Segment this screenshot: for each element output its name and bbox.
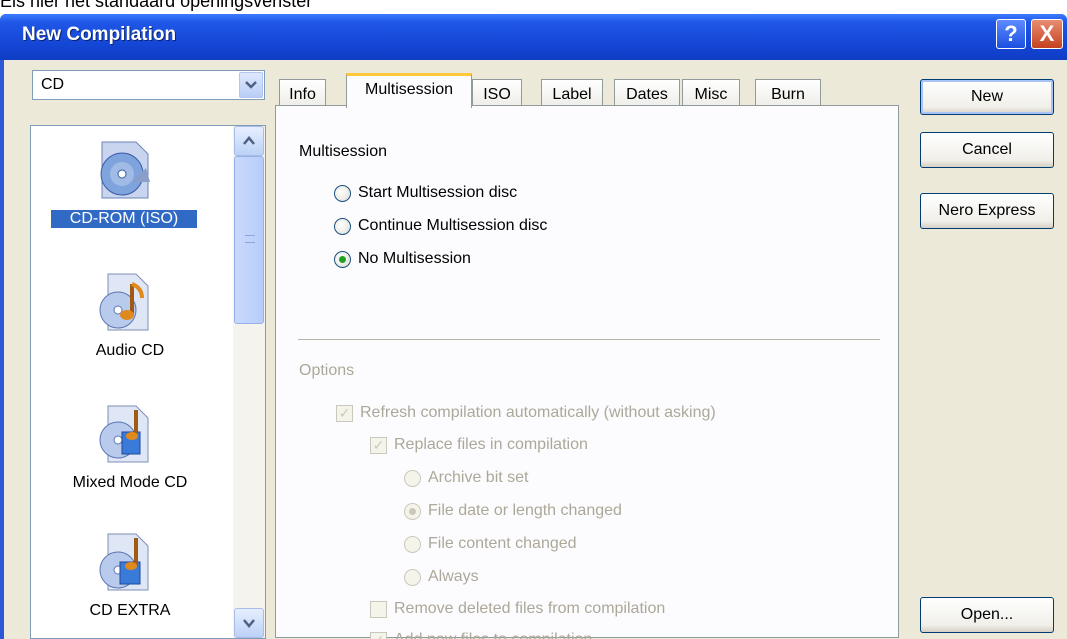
list-item-mixed-mode-cd[interactable]: Mixed Mode CD [31, 402, 229, 522]
multisession-tab-panel: Multisession Start Multisession disc Con… [275, 105, 899, 639]
scroll-up-button[interactable] [234, 126, 264, 156]
media-type-combo[interactable]: CD [32, 70, 265, 100]
start-multisession-label: Start Multisession disc [358, 184, 518, 201]
refresh-compilation-label: Refresh compilation automatically (witho… [360, 404, 716, 421]
combo-dropdown-button[interactable] [239, 72, 263, 98]
file-content-radio[interactable] [404, 536, 421, 553]
list-item-label: CD EXTRA [89, 602, 171, 619]
file-date-label: File date or length changed [428, 502, 622, 519]
scroll-down-button[interactable] [234, 608, 264, 638]
list-item-cd-rom-iso[interactable]: CD-ROM (ISO) [31, 138, 229, 258]
cd-extra-icon [99, 533, 149, 591]
list-item-label: Audio CD [95, 342, 165, 359]
scroll-grip-icon [245, 235, 255, 243]
list-item-label: CD-ROM (ISO) [50, 209, 198, 229]
archive-bit-label: Archive bit set [428, 469, 529, 486]
tab-multisession[interactable]: Multisession [346, 73, 472, 108]
document-caption: Els hier het standaard openingsvenster [0, 0, 313, 11]
archive-bit-radio[interactable] [404, 470, 421, 487]
replace-files-checkbox[interactable]: ✓ [370, 437, 387, 454]
window-title: New Compilation [22, 24, 177, 45]
cancel-button[interactable]: Cancel [920, 132, 1054, 168]
cd-rom-iso-icon [100, 141, 150, 199]
list-scrollbar[interactable] [233, 126, 265, 638]
start-multisession-radio[interactable] [334, 185, 351, 202]
add-new-files-label: Add new files to compilation [394, 631, 592, 639]
nero-express-button[interactable]: Nero Express [920, 193, 1054, 229]
always-radio[interactable] [404, 569, 421, 586]
remove-deleted-checkbox[interactable] [370, 601, 387, 618]
dialog-client-area: CD CD-ROM (ISO) Audio CD Mixed Mode CD C… [4, 60, 1067, 639]
continue-multisession-radio[interactable] [334, 218, 351, 235]
chevron-down-icon [245, 81, 257, 89]
replace-files-label: Replace files in compilation [394, 436, 588, 453]
group-divider [298, 339, 880, 340]
remove-deleted-label: Remove deleted files from compilation [394, 600, 666, 617]
multisession-group-title: Multisession [299, 143, 388, 160]
no-multisession-label: No Multisession [358, 250, 471, 267]
title-bar[interactable]: New Compilation ? X [0, 14, 1067, 60]
list-item-audio-cd[interactable]: Audio CD [31, 270, 229, 390]
help-button[interactable]: ? [996, 19, 1026, 49]
options-group-title: Options [299, 362, 355, 379]
refresh-compilation-checkbox[interactable]: ✓ [336, 405, 353, 422]
file-date-radio[interactable] [404, 503, 421, 520]
new-compilation-dialog: New Compilation ? X CD CD-ROM (ISO) Audi… [0, 14, 1067, 639]
close-button[interactable]: X [1031, 19, 1063, 49]
chevron-down-icon [243, 619, 255, 628]
open-button[interactable]: Open... [920, 597, 1054, 633]
file-content-label: File content changed [428, 535, 577, 552]
add-new-files-checkbox[interactable]: ✓ [370, 632, 387, 639]
always-label: Always [428, 568, 479, 585]
chevron-up-icon [243, 136, 255, 145]
list-item-cd-extra[interactable]: CD EXTRA [31, 530, 229, 638]
scroll-thumb[interactable] [234, 156, 264, 324]
audio-cd-icon [99, 273, 149, 331]
compilation-type-list[interactable]: CD-ROM (ISO) Audio CD Mixed Mode CD CD E… [30, 125, 266, 639]
new-button[interactable]: New [920, 79, 1054, 115]
continue-multisession-label: Continue Multisession disc [358, 217, 548, 234]
list-item-label: Mixed Mode CD [72, 474, 188, 491]
media-type-value: CD [41, 76, 65, 93]
mixed-mode-cd-icon [99, 405, 149, 463]
no-multisession-radio[interactable] [334, 251, 351, 268]
